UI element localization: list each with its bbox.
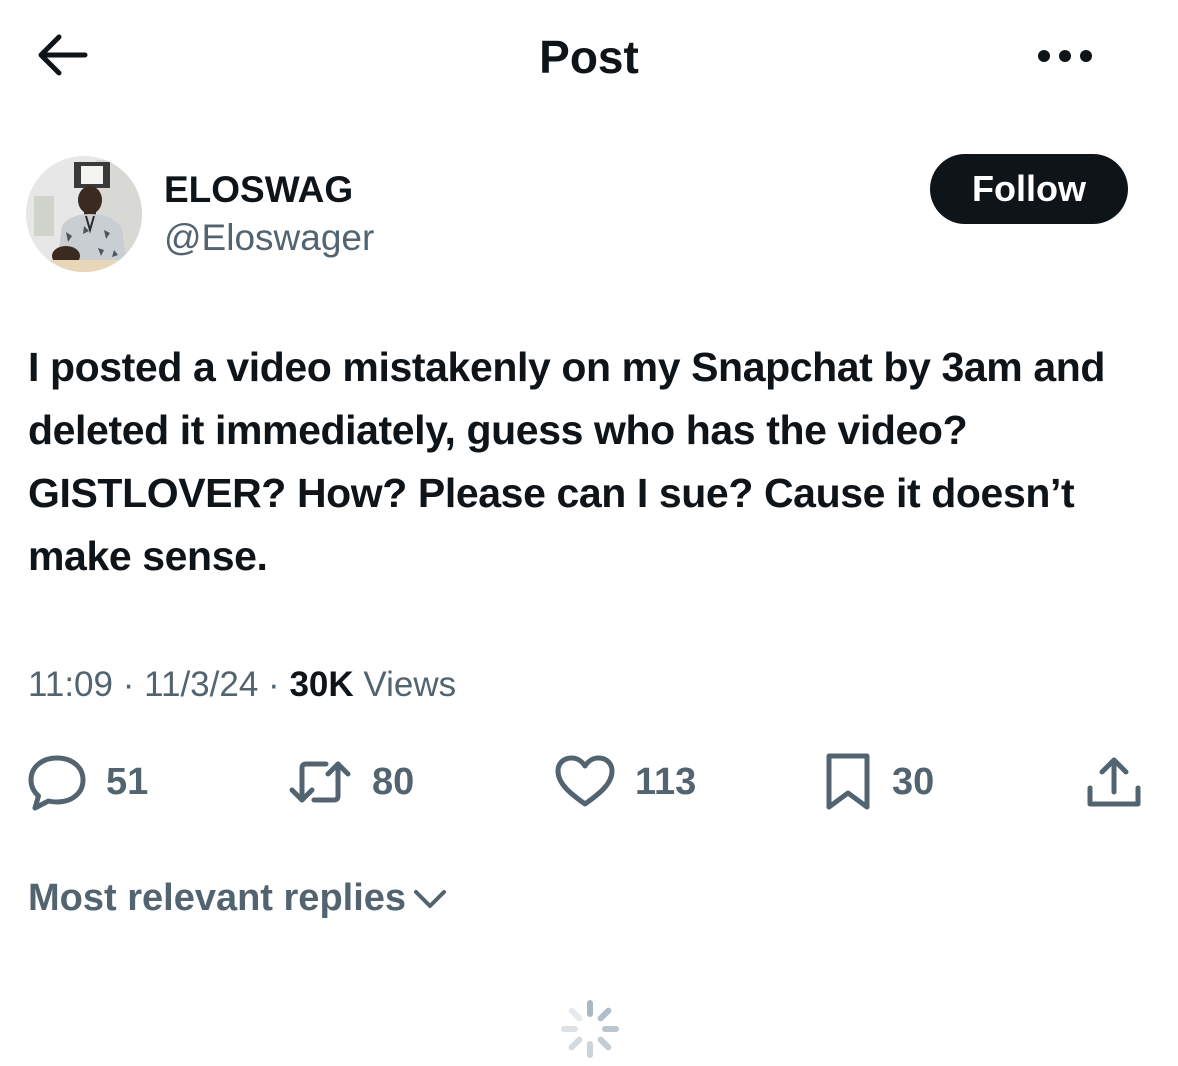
- more-horizontal-icon: [1038, 50, 1092, 62]
- avatar-image: [26, 156, 142, 272]
- bookmark-icon: [826, 753, 870, 810]
- repost-icon: [289, 761, 351, 803]
- post-meta: 11:09 · 11/3/24 · 30K Views: [28, 663, 456, 707]
- share-button[interactable]: [1084, 750, 1144, 814]
- share-icon: [1087, 757, 1141, 807]
- meta-separator: ·: [268, 665, 280, 704]
- views-count: 30K: [289, 665, 354, 704]
- bookmark-count: 30: [892, 760, 935, 803]
- meta-separator: ·: [122, 665, 135, 704]
- repost-count: 80: [372, 760, 415, 803]
- page-title: Post: [539, 31, 639, 83]
- avatar[interactable]: [26, 156, 142, 272]
- reply-count: 51: [106, 760, 149, 803]
- repost-button[interactable]: 80: [286, 750, 414, 814]
- reply-icon: [28, 755, 86, 811]
- post-date[interactable]: 11/3/24: [144, 665, 258, 704]
- chevron-down-icon: [410, 883, 450, 913]
- post-time[interactable]: 11:09: [28, 665, 113, 704]
- more-options-button[interactable]: [1030, 36, 1100, 76]
- follow-button[interactable]: Follow: [930, 154, 1128, 224]
- action-bar: 51 80 113 30: [0, 750, 1178, 814]
- loading-spinner-icon: [558, 997, 622, 1061]
- bookmark-button[interactable]: 30: [822, 750, 934, 814]
- display-name[interactable]: ELOSWAG: [164, 169, 353, 211]
- author-row: ELOSWAG @Eloswager Follow: [0, 150, 1178, 280]
- replies-sort-dropdown[interactable]: Most relevant replies: [28, 874, 450, 922]
- replies-sort-label: Most relevant replies: [28, 876, 407, 919]
- arrow-left-icon: [38, 34, 88, 76]
- back-button[interactable]: [28, 28, 94, 82]
- heart-icon: [555, 755, 615, 807]
- post-text: I posted a video mistakenly on my Snapch…: [28, 344, 1106, 579]
- views-label: Views: [363, 665, 457, 704]
- like-count: 113: [635, 760, 697, 803]
- like-button[interactable]: 113: [553, 750, 696, 814]
- user-handle[interactable]: @Eloswager: [164, 217, 374, 259]
- reply-button[interactable]: 51: [26, 750, 148, 814]
- top-bar: Post: [0, 0, 1178, 115]
